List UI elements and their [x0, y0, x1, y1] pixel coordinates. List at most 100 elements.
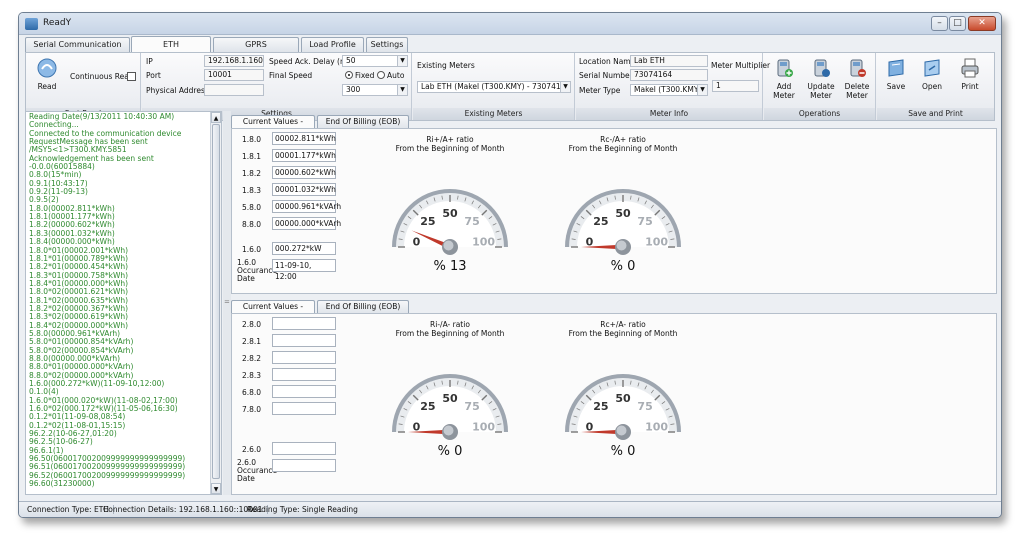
register-value[interactable]: [272, 368, 336, 381]
log-line: 96.60(31230000): [29, 479, 95, 489]
physical-address-label: Physical Address: [146, 86, 209, 95]
add-meter-icon: [777, 59, 793, 77]
chevron-down-icon: ▼: [397, 56, 407, 66]
save-button[interactable]: Save: [881, 57, 911, 91]
register-code: 1.8.2: [242, 169, 262, 178]
gauge-scale-label: 75: [637, 215, 652, 228]
panel-splitter[interactable]: =: [223, 111, 231, 495]
scroll-down-arrow[interactable]: ▼: [211, 483, 221, 494]
window-title: ReadY: [43, 18, 72, 28]
scroll-up-arrow[interactable]: ▲: [211, 112, 221, 123]
log-panel[interactable]: Reading Date(9/13/2011 10:40:30 AM) Conne…: [25, 111, 222, 495]
settings-group: IP 192.168.1.160 Port 10001 Physical Add…: [142, 53, 412, 120]
gauge-percent: % 0: [610, 259, 636, 274]
printer-icon: [961, 58, 979, 78]
fixed-radio[interactable]: [345, 71, 353, 79]
register-value[interactable]: [272, 334, 336, 347]
existing-meters-select[interactable]: Lab ETH (Makel (T300.KMY) - 73074164 ) ▼: [417, 81, 571, 93]
register-value[interactable]: [272, 402, 336, 415]
open-label: Open: [921, 82, 943, 91]
app-icon: [25, 18, 38, 30]
tab-settings[interactable]: Settings: [366, 37, 408, 52]
occurance-date-value[interactable]: 11-09-10, 12:00: [272, 259, 336, 281]
register-value[interactable]: 00002.811*kWh: [272, 132, 336, 145]
chevron-down-icon: ▼: [560, 82, 570, 92]
gauge-percent: % 0: [610, 444, 636, 459]
delete-meter-button[interactable]: Delete Meter: [840, 57, 874, 100]
location-name-field[interactable]: Lab ETH: [630, 55, 708, 67]
continuous-read-checkbox[interactable]: [127, 72, 136, 81]
add-meter-button[interactable]: Add Meter: [766, 57, 802, 100]
gauge-scale-label: 75: [464, 400, 479, 413]
gauge-scale-label: 50: [615, 207, 631, 220]
update-meter-label: Update Meter: [807, 82, 835, 100]
scroll-thumb[interactable]: [212, 124, 220, 479]
speed-ack-select[interactable]: 50 ▼: [342, 55, 408, 67]
existing-meters-group: Existing Meters Lab ETH (Makel (T300.KMY…: [413, 53, 575, 120]
register-value[interactable]: [272, 317, 336, 330]
save-label: Save: [886, 82, 906, 91]
register-value[interactable]: 00000.602*kWh: [272, 166, 336, 179]
register-code: 2.8.1: [242, 337, 262, 346]
log-scrollbar[interactable]: ▲ ▼: [210, 112, 221, 494]
open-button[interactable]: Open: [917, 57, 947, 91]
physical-address-field[interactable]: [204, 84, 264, 96]
register-value[interactable]: [272, 385, 336, 398]
close-button[interactable]: ✕: [968, 16, 996, 31]
serial-number-field[interactable]: 73074164: [630, 69, 708, 81]
import-panel: Current Values - Import End Of Billing (…: [231, 115, 997, 295]
tab-eth-communication[interactable]: ETH Communication: [131, 36, 211, 64]
delete-meter-label: Delete Meter: [844, 82, 870, 100]
register-code: 2.8.3: [242, 371, 262, 380]
gauge-title: Ri-/A- ratio: [430, 320, 470, 329]
minimize-button[interactable]: –: [931, 16, 948, 31]
register-value[interactable]: 00001.177*kWh: [272, 149, 336, 162]
speed-ack-value: 50: [346, 56, 356, 65]
occurance-date-value[interactable]: [272, 459, 336, 472]
gauge-scale-label: 50: [442, 392, 458, 405]
update-meter-button[interactable]: Update Meter: [804, 57, 838, 100]
meter-multiplier-field[interactable]: 1: [712, 80, 759, 92]
register-value[interactable]: 00001.032*kWh: [272, 183, 336, 196]
ip-field[interactable]: 192.168.1.160: [204, 55, 264, 67]
tab-eob-values-export[interactable]: End Of Billing (EOB) Values: [317, 300, 409, 323]
register-code: 6.8.0: [242, 388, 262, 397]
gauge-dial: 0255075100: [392, 189, 508, 255]
app-window: ReadY – □ ✕ Serial Communication ETH Com…: [18, 12, 1002, 518]
gauge-scale-label: 50: [442, 207, 458, 220]
demand-value[interactable]: [272, 442, 336, 455]
gauge-title: Rc+/A- ratio: [600, 320, 646, 329]
read-button[interactable]: Read: [32, 57, 62, 91]
tab-load-profile[interactable]: Load Profile: [301, 37, 364, 52]
add-meter-label: Add Meter: [773, 82, 795, 100]
save-print-group: Save Open Print Save and Print: [877, 53, 994, 120]
tab-serial-communication[interactable]: Serial Communication: [25, 37, 130, 52]
register-value[interactable]: 00000.961*kVArh: [272, 200, 341, 213]
tab-gprs-communication[interactable]: GPRS Communication: [213, 37, 299, 62]
gauge-scale-label: 25: [593, 400, 608, 413]
export-ratio-1-gauge: Ri-/A- ratio From the Beginning of Month 0…: [375, 320, 525, 470]
register-code: 1.8.1: [242, 152, 262, 161]
gauge-dial: 0255075100: [565, 189, 681, 255]
gauge-hub-highlight: [616, 425, 627, 436]
import-ratio-2-gauge: Rc-/A+ ratio From the Beginning of Month 0…: [548, 135, 698, 285]
meter-type-label: Meter Type: [579, 86, 621, 95]
gauge-subtitle: From the Beginning of Month: [568, 144, 678, 153]
auto-radio[interactable]: [377, 71, 385, 79]
import-values-body: 1.8.0 00002.811*kWh 1.8.1 00001.177*kWh 1.8.…: [231, 128, 997, 294]
print-button[interactable]: Print: [955, 57, 985, 91]
chevron-down-icon: ▼: [697, 85, 707, 95]
gauge-dial: 0255075100: [565, 374, 681, 440]
register-value[interactable]: [272, 351, 336, 364]
tab-eob-values-import[interactable]: End Of Billing (EOB) Values: [317, 115, 409, 138]
final-speed-select[interactable]: 300 ▼: [342, 84, 408, 96]
maximize-button[interactable]: □: [949, 16, 966, 31]
demand-value[interactable]: 000.272*kW: [272, 242, 336, 255]
tab-current-values-import[interactable]: Current Values - Import: [231, 115, 315, 138]
continuous-read-label: Continuous Read: [70, 72, 134, 81]
register-value[interactable]: 00000.000*kVArh: [272, 217, 341, 230]
port-field[interactable]: 10001: [204, 69, 264, 81]
meter-type-select[interactable]: Makel (T300.KMY) ▼: [630, 84, 708, 96]
read-icon: [37, 58, 57, 78]
tab-current-values-export[interactable]: Current Values - Export: [231, 300, 315, 323]
